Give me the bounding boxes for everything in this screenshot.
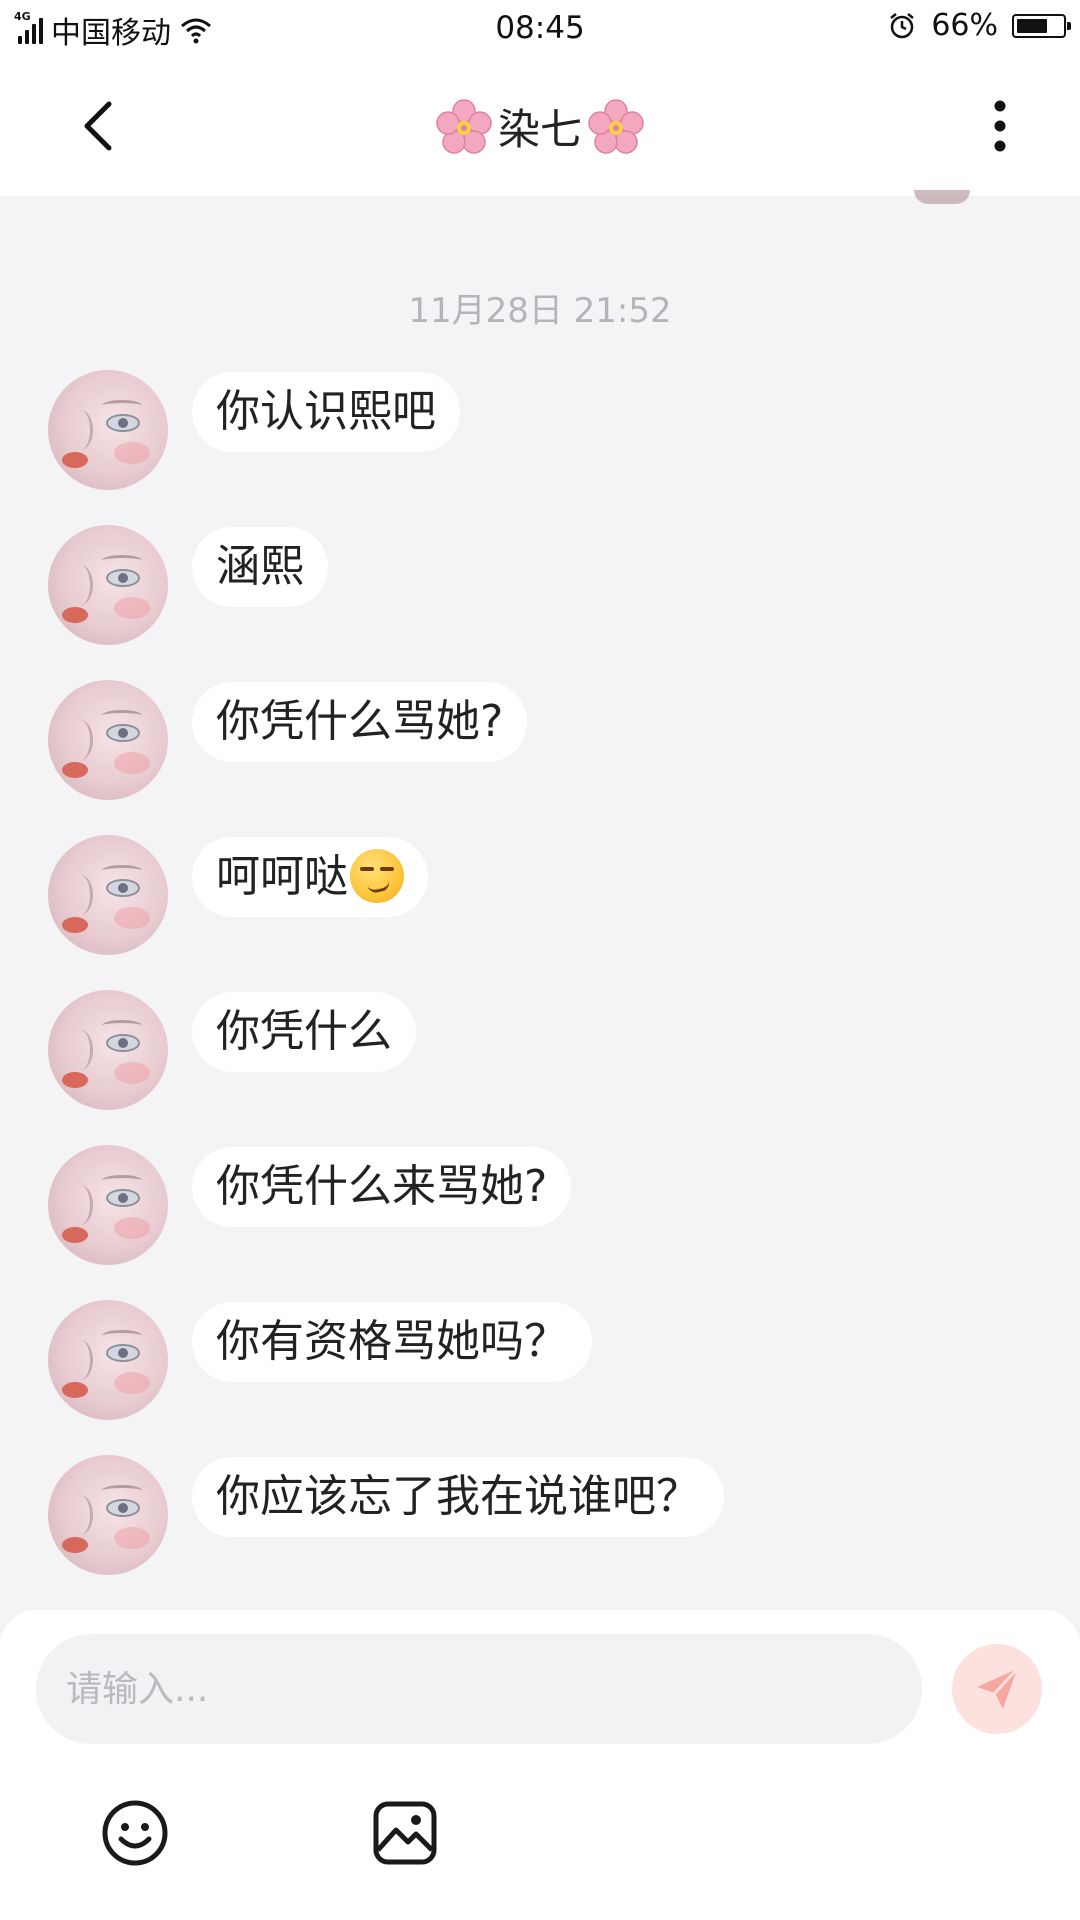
chat-header: 染七 bbox=[0, 56, 1080, 196]
avatar[interactable] bbox=[48, 1145, 168, 1265]
message-bubble[interactable]: 你认识熙吧 bbox=[192, 372, 460, 452]
message-bubble[interactable]: 你凭什么来骂她? bbox=[192, 1147, 572, 1227]
paper-plane-icon bbox=[977, 1667, 1019, 1709]
avatar[interactable] bbox=[48, 1300, 168, 1420]
status-right: 66% bbox=[887, 8, 1071, 43]
message-bubble[interactable]: 你有资格骂她吗？ bbox=[192, 1302, 592, 1382]
message-row: 你应该忘了我在说谁吧？ bbox=[48, 1455, 724, 1575]
message-row: 你凭什么骂她? bbox=[48, 680, 528, 800]
chat-title: 染七 bbox=[0, 96, 1080, 157]
smiley-icon bbox=[102, 1800, 168, 1866]
message-bubble[interactable]: 你凭什么 bbox=[192, 992, 416, 1072]
message-bubble[interactable]: 你凭什么骂她? bbox=[192, 682, 528, 762]
message-bubble[interactable]: 涵熙 bbox=[192, 527, 328, 607]
more-options-button[interactable] bbox=[970, 96, 1030, 156]
avatar[interactable] bbox=[48, 680, 168, 800]
cherry-blossom-icon bbox=[436, 98, 492, 154]
emoji-button[interactable] bbox=[98, 1796, 172, 1870]
message-bubble[interactable]: 呵呵哒 bbox=[192, 837, 428, 917]
composer-panel bbox=[0, 1610, 1080, 1920]
status-bar: 4G 中国移动 08:45 66% bbox=[0, 0, 1080, 56]
avatar[interactable] bbox=[48, 1455, 168, 1575]
avatar[interactable] bbox=[48, 370, 168, 490]
smirk-emoji-icon bbox=[350, 849, 404, 903]
avatar[interactable] bbox=[48, 990, 168, 1110]
message-row: 涵熙 bbox=[48, 525, 328, 645]
cherry-blossom-icon bbox=[588, 98, 644, 154]
avatar[interactable] bbox=[48, 835, 168, 955]
message-row: 你有资格骂她吗？ bbox=[48, 1300, 592, 1420]
message-row: 你凭什么来骂她? bbox=[48, 1145, 572, 1265]
vertical-ellipsis-icon bbox=[994, 100, 1006, 152]
message-row: 呵呵哒 bbox=[48, 835, 428, 955]
image-icon bbox=[373, 1801, 437, 1865]
message-timestamp: 11月28日 21:52 bbox=[408, 291, 672, 331]
avatar[interactable] bbox=[48, 525, 168, 645]
message-input[interactable] bbox=[36, 1634, 922, 1744]
message-bubble[interactable]: 你应该忘了我在说谁吧？ bbox=[192, 1457, 724, 1537]
image-button[interactable] bbox=[368, 1796, 442, 1870]
message-row: 你凭什么 bbox=[48, 990, 416, 1110]
partial-avatar bbox=[914, 190, 970, 204]
battery-icon bbox=[1012, 13, 1071, 38]
chat-title-text: 染七 bbox=[497, 105, 582, 154]
send-button[interactable] bbox=[952, 1644, 1042, 1734]
battery-percent: 66% bbox=[931, 8, 998, 43]
message-row: 你认识熙吧 bbox=[48, 370, 460, 490]
message-text: 呵呵哒 bbox=[216, 851, 348, 902]
alarm-icon bbox=[890, 12, 915, 38]
